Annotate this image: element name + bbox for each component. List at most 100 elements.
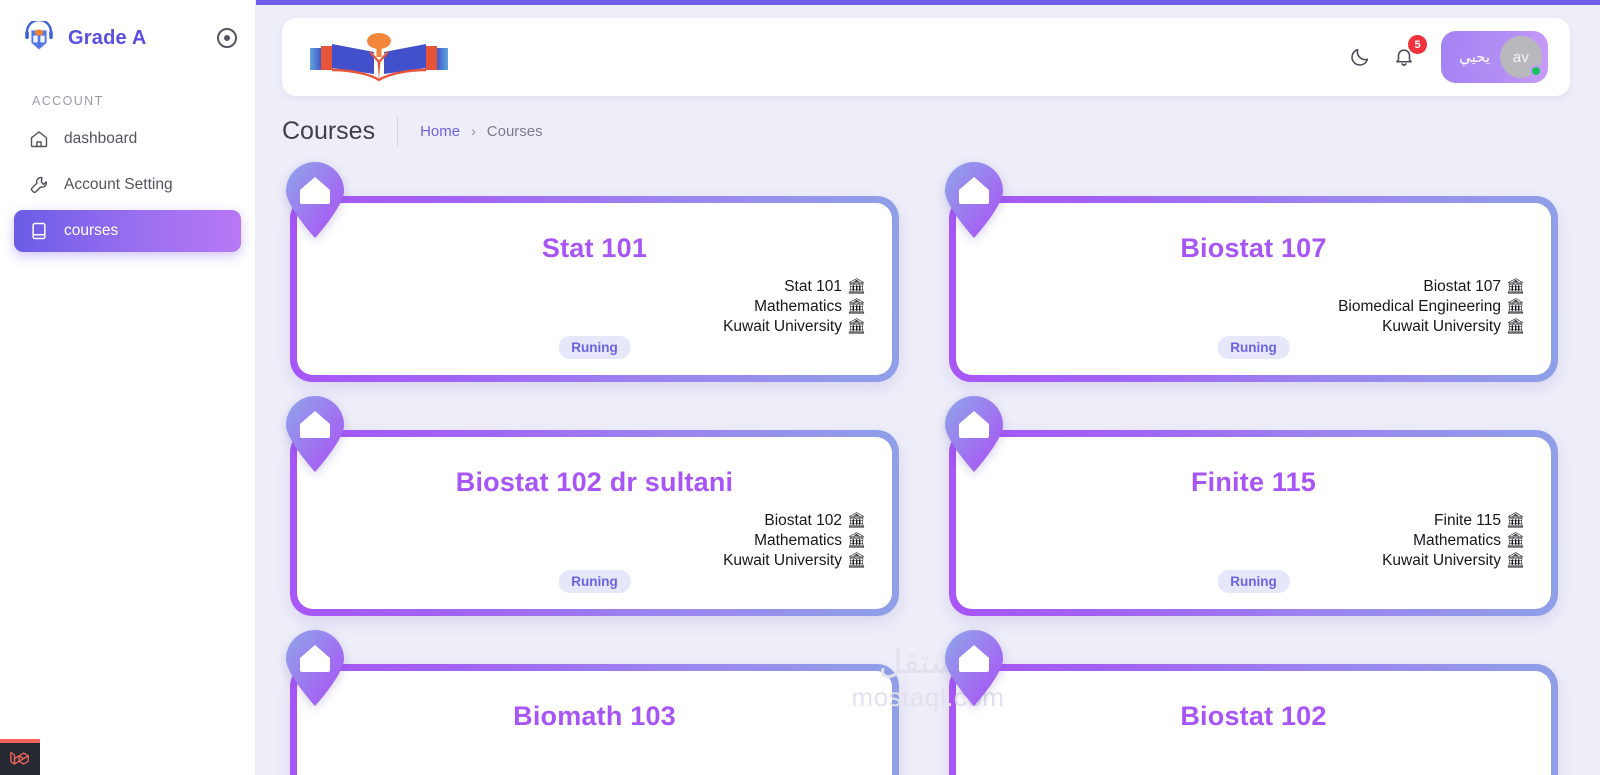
bank-icon: 🏛 <box>1505 531 1525 549</box>
main-content: 5 يحيي av Courses Home › Courses مستقل m… <box>256 0 1600 775</box>
sidebar-item-dashboard[interactable]: dashboard <box>14 118 241 160</box>
laravel-icon[interactable] <box>0 739 40 775</box>
course-code: Biostat 107 <box>1423 278 1501 295</box>
sidebar-brand[interactable]: Grade A <box>0 0 255 76</box>
course-title: Biomath 103 <box>513 701 676 731</box>
status-badge: Runing <box>558 336 631 359</box>
divider <box>397 116 399 146</box>
course-card[interactable]: Finite 115 Finite 115 🏛 Mathematics 🏛 Kuwa… <box>941 394 1566 616</box>
status-badge: Runing <box>558 570 631 593</box>
course-meta: Biostat 102 🏛 Mathematics 🏛 Kuwait Univers… <box>723 511 866 570</box>
status-badge: Runing <box>1217 570 1290 593</box>
course-department: Mathematics <box>1413 531 1501 549</box>
sidebar-item-courses[interactable]: courses <box>14 210 241 252</box>
bank-icon: 🏛 <box>846 278 866 295</box>
bank-icon: 🏛 <box>1505 512 1525 529</box>
course-card-frame: Biostat 102 dr sultani Biostat 102 🏛 Math… <box>290 430 899 616</box>
course-code: Biostat 102 <box>764 512 842 529</box>
course-university: Kuwait University <box>723 317 842 335</box>
presence-indicator <box>1530 65 1542 77</box>
course-department: Mathematics <box>754 531 842 549</box>
home-pin-icon <box>941 628 1007 708</box>
course-card-frame: Stat 101 Stat 101 🏛 Mathematics 🏛 Kuwait U… <box>290 196 899 382</box>
bank-icon: 🏛 <box>1505 278 1525 295</box>
book-icon <box>28 220 50 242</box>
breadcrumb-home-link[interactable]: Home <box>420 123 460 140</box>
sidebar-item-label: Account Setting <box>64 176 173 193</box>
breadcrumb-current: Courses <box>486 122 543 140</box>
course-card[interactable]: Biostat 102 dr sultani Biostat 102 🏛 Math… <box>282 394 907 616</box>
bank-icon: 🏛 <box>1505 551 1525 569</box>
wrench-icon <box>28 174 50 196</box>
course-title: Stat 101 <box>541 233 648 263</box>
sidebar-nav: dashboard Account Setting courses <box>0 118 255 252</box>
course-card-frame: Biostat 107 Biostat 107 🏛 Biomedical Engi… <box>949 196 1558 382</box>
course-university: Kuwait University <box>723 551 842 569</box>
course-meta: Stat 101 🏛 Mathematics 🏛 Kuwait University… <box>723 277 866 336</box>
course-card[interactable]: Stat 101 Stat 101 🏛 Mathematics 🏛 Kuwait U… <box>282 160 907 382</box>
notification-badge: 5 <box>1408 35 1428 54</box>
home-pin-icon <box>282 394 348 474</box>
course-code: Stat 101 <box>784 278 842 295</box>
bank-icon: 🏛 <box>846 551 866 569</box>
page-title: Courses <box>282 116 376 145</box>
course-card-body: Biostat 102 dr sultani Biostat 102 🏛 Math… <box>297 437 892 609</box>
course-code: Finite 115 <box>1434 512 1501 529</box>
sidebar: Grade A ACCOUNT dashboard Account Settin… <box>0 0 256 775</box>
sidebar-item-label: courses <box>64 222 119 239</box>
status-badge: Runing <box>1217 336 1290 359</box>
course-title: Biostat 102 <box>1180 701 1327 731</box>
circle-dot-icon[interactable] <box>217 28 237 48</box>
course-meta: Biostat 107 🏛 Biomedical Engineering 🏛 Kuw… <box>1338 277 1525 336</box>
courses-grid: Stat 101 Stat 101 🏛 Mathematics 🏛 Kuwait U… <box>282 160 1570 775</box>
open-book-torch-logo-icon <box>304 30 454 84</box>
page-header: Courses Home › Courses <box>282 112 543 150</box>
course-card-body: Biostat 102 <box>956 671 1551 775</box>
course-card[interactable]: Biostat 107 Biostat 107 🏛 Biomedical Engi… <box>941 160 1566 382</box>
course-title: Biostat 102 dr sultani <box>455 467 734 497</box>
grade-a-emblem-icon <box>22 18 56 55</box>
moon-icon[interactable] <box>1347 44 1373 70</box>
app-root: Grade A ACCOUNT dashboard Account Settin… <box>0 0 1600 775</box>
sidebar-item-account-setting[interactable]: Account Setting <box>14 164 241 206</box>
bank-icon: 🏛 <box>846 531 866 549</box>
bank-icon: 🏛 <box>1505 297 1525 315</box>
home-pin-icon <box>941 394 1007 474</box>
top-accent-bar <box>256 0 1600 5</box>
course-title: Finite 115 <box>1190 467 1317 497</box>
course-title: Biostat 107 <box>1180 233 1327 263</box>
topbar: 5 يحيي av <box>282 18 1570 96</box>
course-department: Biomedical Engineering <box>1338 297 1501 315</box>
home-pin-icon <box>282 160 348 240</box>
avatar: av <box>1500 36 1542 78</box>
course-university: Kuwait University <box>1382 317 1501 335</box>
course-card[interactable]: Biomath 103 <box>282 628 907 775</box>
sidebar-section-label: ACCOUNT <box>32 94 104 108</box>
user-menu[interactable]: يحيي av <box>1441 31 1548 83</box>
course-card[interactable]: Biostat 102 <box>941 628 1566 775</box>
course-card-frame: Finite 115 Finite 115 🏛 Mathematics 🏛 Kuwa… <box>949 430 1558 616</box>
home-icon <box>28 128 50 150</box>
course-card-body: Biomath 103 <box>297 671 892 775</box>
home-pin-icon <box>941 160 1007 240</box>
bank-icon: 🏛 <box>846 512 866 529</box>
course-card-body: Biostat 107 Biostat 107 🏛 Biomedical Engi… <box>956 203 1551 375</box>
bell-icon[interactable]: 5 <box>1391 35 1428 70</box>
home-pin-icon <box>282 628 348 708</box>
course-university: Kuwait University <box>1382 551 1501 569</box>
bank-icon: 🏛 <box>846 297 866 315</box>
chevron-right-icon: › <box>471 123 476 139</box>
course-card-frame: Biomath 103 <box>290 664 899 775</box>
bank-icon: 🏛 <box>1505 317 1525 335</box>
course-meta: Finite 115 🏛 Mathematics 🏛 Kuwait Universi… <box>1382 511 1525 570</box>
course-card-body: Stat 101 Stat 101 🏛 Mathematics 🏛 Kuwait U… <box>297 203 892 375</box>
breadcrumb: Home › Courses <box>420 123 543 140</box>
sidebar-item-label: dashboard <box>64 130 138 147</box>
course-department: Mathematics <box>754 297 842 315</box>
user-name: يحيي <box>1459 49 1490 66</box>
bank-icon: 🏛 <box>846 317 866 335</box>
brand-name: Grade A <box>68 26 147 49</box>
topbar-actions: 5 يحيي av <box>1347 31 1548 83</box>
course-card-body: Finite 115 Finite 115 🏛 Mathematics 🏛 Kuwa… <box>956 437 1551 609</box>
course-card-frame: Biostat 102 <box>949 664 1558 775</box>
